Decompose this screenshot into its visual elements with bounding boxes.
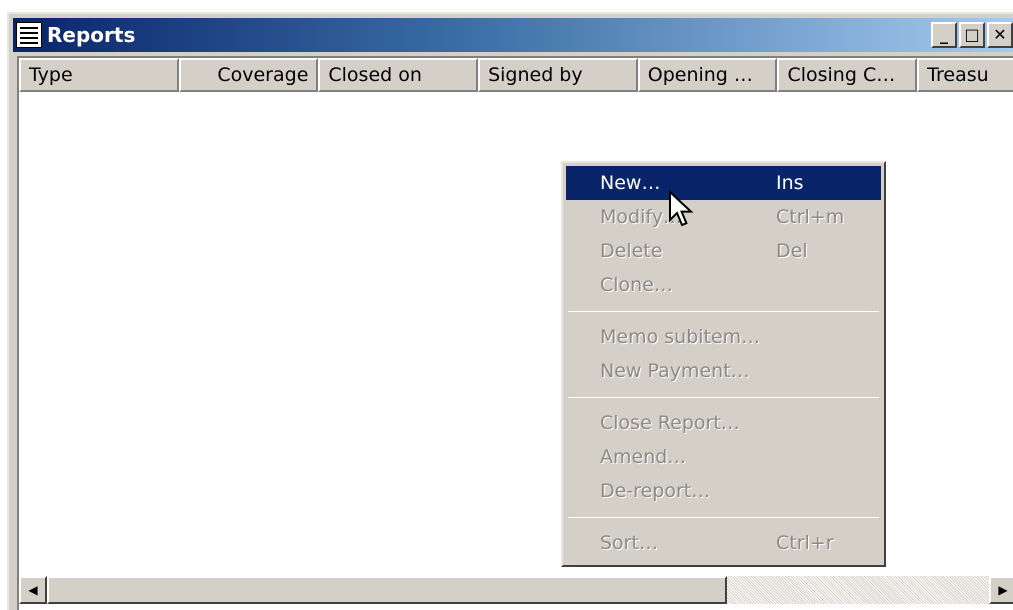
scroll-thumb[interactable] bbox=[47, 576, 727, 604]
menu-item-close-report[interactable]: Close Report… bbox=[566, 406, 881, 440]
horizontal-scrollbar[interactable]: ◀ ▶ bbox=[19, 576, 1013, 604]
menu-item-de-report[interactable]: De-report… bbox=[566, 474, 881, 508]
menu-item-label: New Payment… bbox=[600, 360, 750, 382]
column-header-row: Type Coverage Closed on Signed by Openin… bbox=[19, 58, 1013, 92]
menu-item-label: New… bbox=[600, 172, 661, 194]
menu-separator bbox=[568, 311, 879, 312]
menu-item-amend[interactable]: Amend… bbox=[566, 440, 881, 474]
title-bar[interactable]: Reports _ □ ✕ bbox=[13, 18, 1013, 52]
menu-item-label: Delete bbox=[600, 240, 663, 262]
menu-item-label: Clone… bbox=[600, 274, 673, 296]
menu-item-label: Close Report… bbox=[600, 412, 740, 434]
menu-item-shortcut: Del bbox=[776, 240, 808, 262]
menu-separator bbox=[568, 397, 879, 398]
minimize-button[interactable]: _ bbox=[931, 22, 957, 48]
column-header-signed-by[interactable]: Signed by bbox=[478, 58, 638, 92]
scroll-right-button[interactable]: ▶ bbox=[989, 576, 1013, 604]
menu-item-memo-subitem[interactable]: Memo subitem… bbox=[566, 320, 881, 354]
arrow-right-icon: ▶ bbox=[998, 583, 1008, 597]
menu-item-shortcut: Ctrl+r bbox=[776, 532, 834, 554]
caption-buttons: _ □ ✕ bbox=[931, 22, 1013, 48]
column-header-closing[interactable]: Closing C… bbox=[777, 58, 918, 92]
list-window-icon[interactable] bbox=[16, 22, 42, 48]
menu-item-label: Sort… bbox=[600, 532, 658, 554]
column-header-type[interactable]: Type bbox=[19, 58, 179, 92]
column-header-coverage[interactable]: Coverage bbox=[178, 58, 319, 92]
menu-item-new[interactable]: New… Ins bbox=[566, 166, 881, 200]
scroll-track[interactable] bbox=[47, 576, 989, 604]
menu-item-label: Memo subitem… bbox=[600, 326, 761, 348]
maximize-button[interactable]: □ bbox=[959, 22, 985, 48]
menu-item-new-payment[interactable]: New Payment… bbox=[566, 354, 881, 388]
close-button[interactable]: ✕ bbox=[987, 22, 1013, 48]
menu-item-delete[interactable]: Delete Del bbox=[566, 234, 881, 268]
scroll-left-button[interactable]: ◀ bbox=[19, 576, 47, 604]
context-menu: New… Ins Modify… Ctrl+m Delete Del Clone… bbox=[561, 161, 886, 567]
menu-item-shortcut: Ins bbox=[776, 172, 804, 194]
menu-item-label: Amend… bbox=[600, 446, 687, 468]
menu-item-modify[interactable]: Modify… Ctrl+m bbox=[566, 200, 881, 234]
column-header-closed-on[interactable]: Closed on bbox=[318, 58, 479, 92]
arrow-left-icon: ◀ bbox=[28, 583, 38, 597]
column-header-opening[interactable]: Opening … bbox=[637, 58, 778, 92]
arrow-cursor-icon bbox=[669, 190, 694, 227]
menu-item-label: De-report… bbox=[600, 480, 711, 502]
menu-separator bbox=[568, 517, 879, 518]
menu-item-sort[interactable]: Sort… Ctrl+r bbox=[566, 526, 881, 560]
column-header-treasury[interactable]: Treasu bbox=[917, 58, 1013, 92]
menu-item-shortcut: Ctrl+m bbox=[776, 206, 845, 228]
window-title: Reports bbox=[47, 23, 136, 47]
menu-item-clone[interactable]: Clone… bbox=[566, 268, 881, 302]
